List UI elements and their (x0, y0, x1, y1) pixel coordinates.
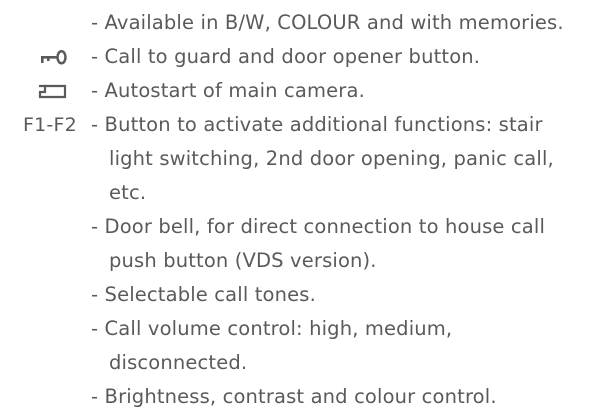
list-item-text: - Call to guard and door opener button. (91, 40, 480, 74)
list-item-text: - Autostart of main camera. (91, 74, 365, 108)
list-item-line: - Autostart of main camera. (91, 79, 365, 102)
list-item-line: - Button to activate additional function… (91, 113, 543, 136)
list-item-line: - Call volume control: high, medium, (91, 317, 453, 340)
list-item-text: - Button to activate additional function… (91, 108, 554, 210)
list-item-text: - Selectable call tones. (91, 278, 316, 312)
camera-icon (37, 74, 67, 108)
list-item-line: push button (VDS version). (109, 249, 377, 272)
list-item-line: - Door bell, for direct connection to ho… (91, 215, 546, 238)
list-item-line: - Available in B/W, COLOUR and with memo… (91, 11, 564, 34)
list-item-line: disconnected. (109, 351, 248, 374)
function-marker: F1-F2 (23, 108, 77, 142)
list-item-text: - Available in B/W, COLOUR and with memo… (91, 6, 564, 40)
list-item-line: - Selectable call tones. (91, 283, 316, 306)
list-item-text: - Brightness, contrast and colour contro… (91, 380, 497, 414)
key-icon (40, 40, 68, 74)
list-item-line: - Brightness, contrast and colour contro… (91, 385, 497, 408)
list-item-line: light switching, 2nd door opening, panic… (109, 147, 554, 170)
list-item-text: - Door bell, for direct connection to ho… (91, 210, 545, 278)
list-item-text: - Call volume control: high, medium, dis… (91, 312, 452, 380)
list-item-line: - Call to guard and door opener button. (91, 45, 481, 68)
feature-list: - Available in B/W, COLOUR and with memo… (0, 0, 616, 417)
function-marker-label: F1-F2 (23, 114, 77, 136)
list-item-line: etc. (109, 181, 147, 204)
